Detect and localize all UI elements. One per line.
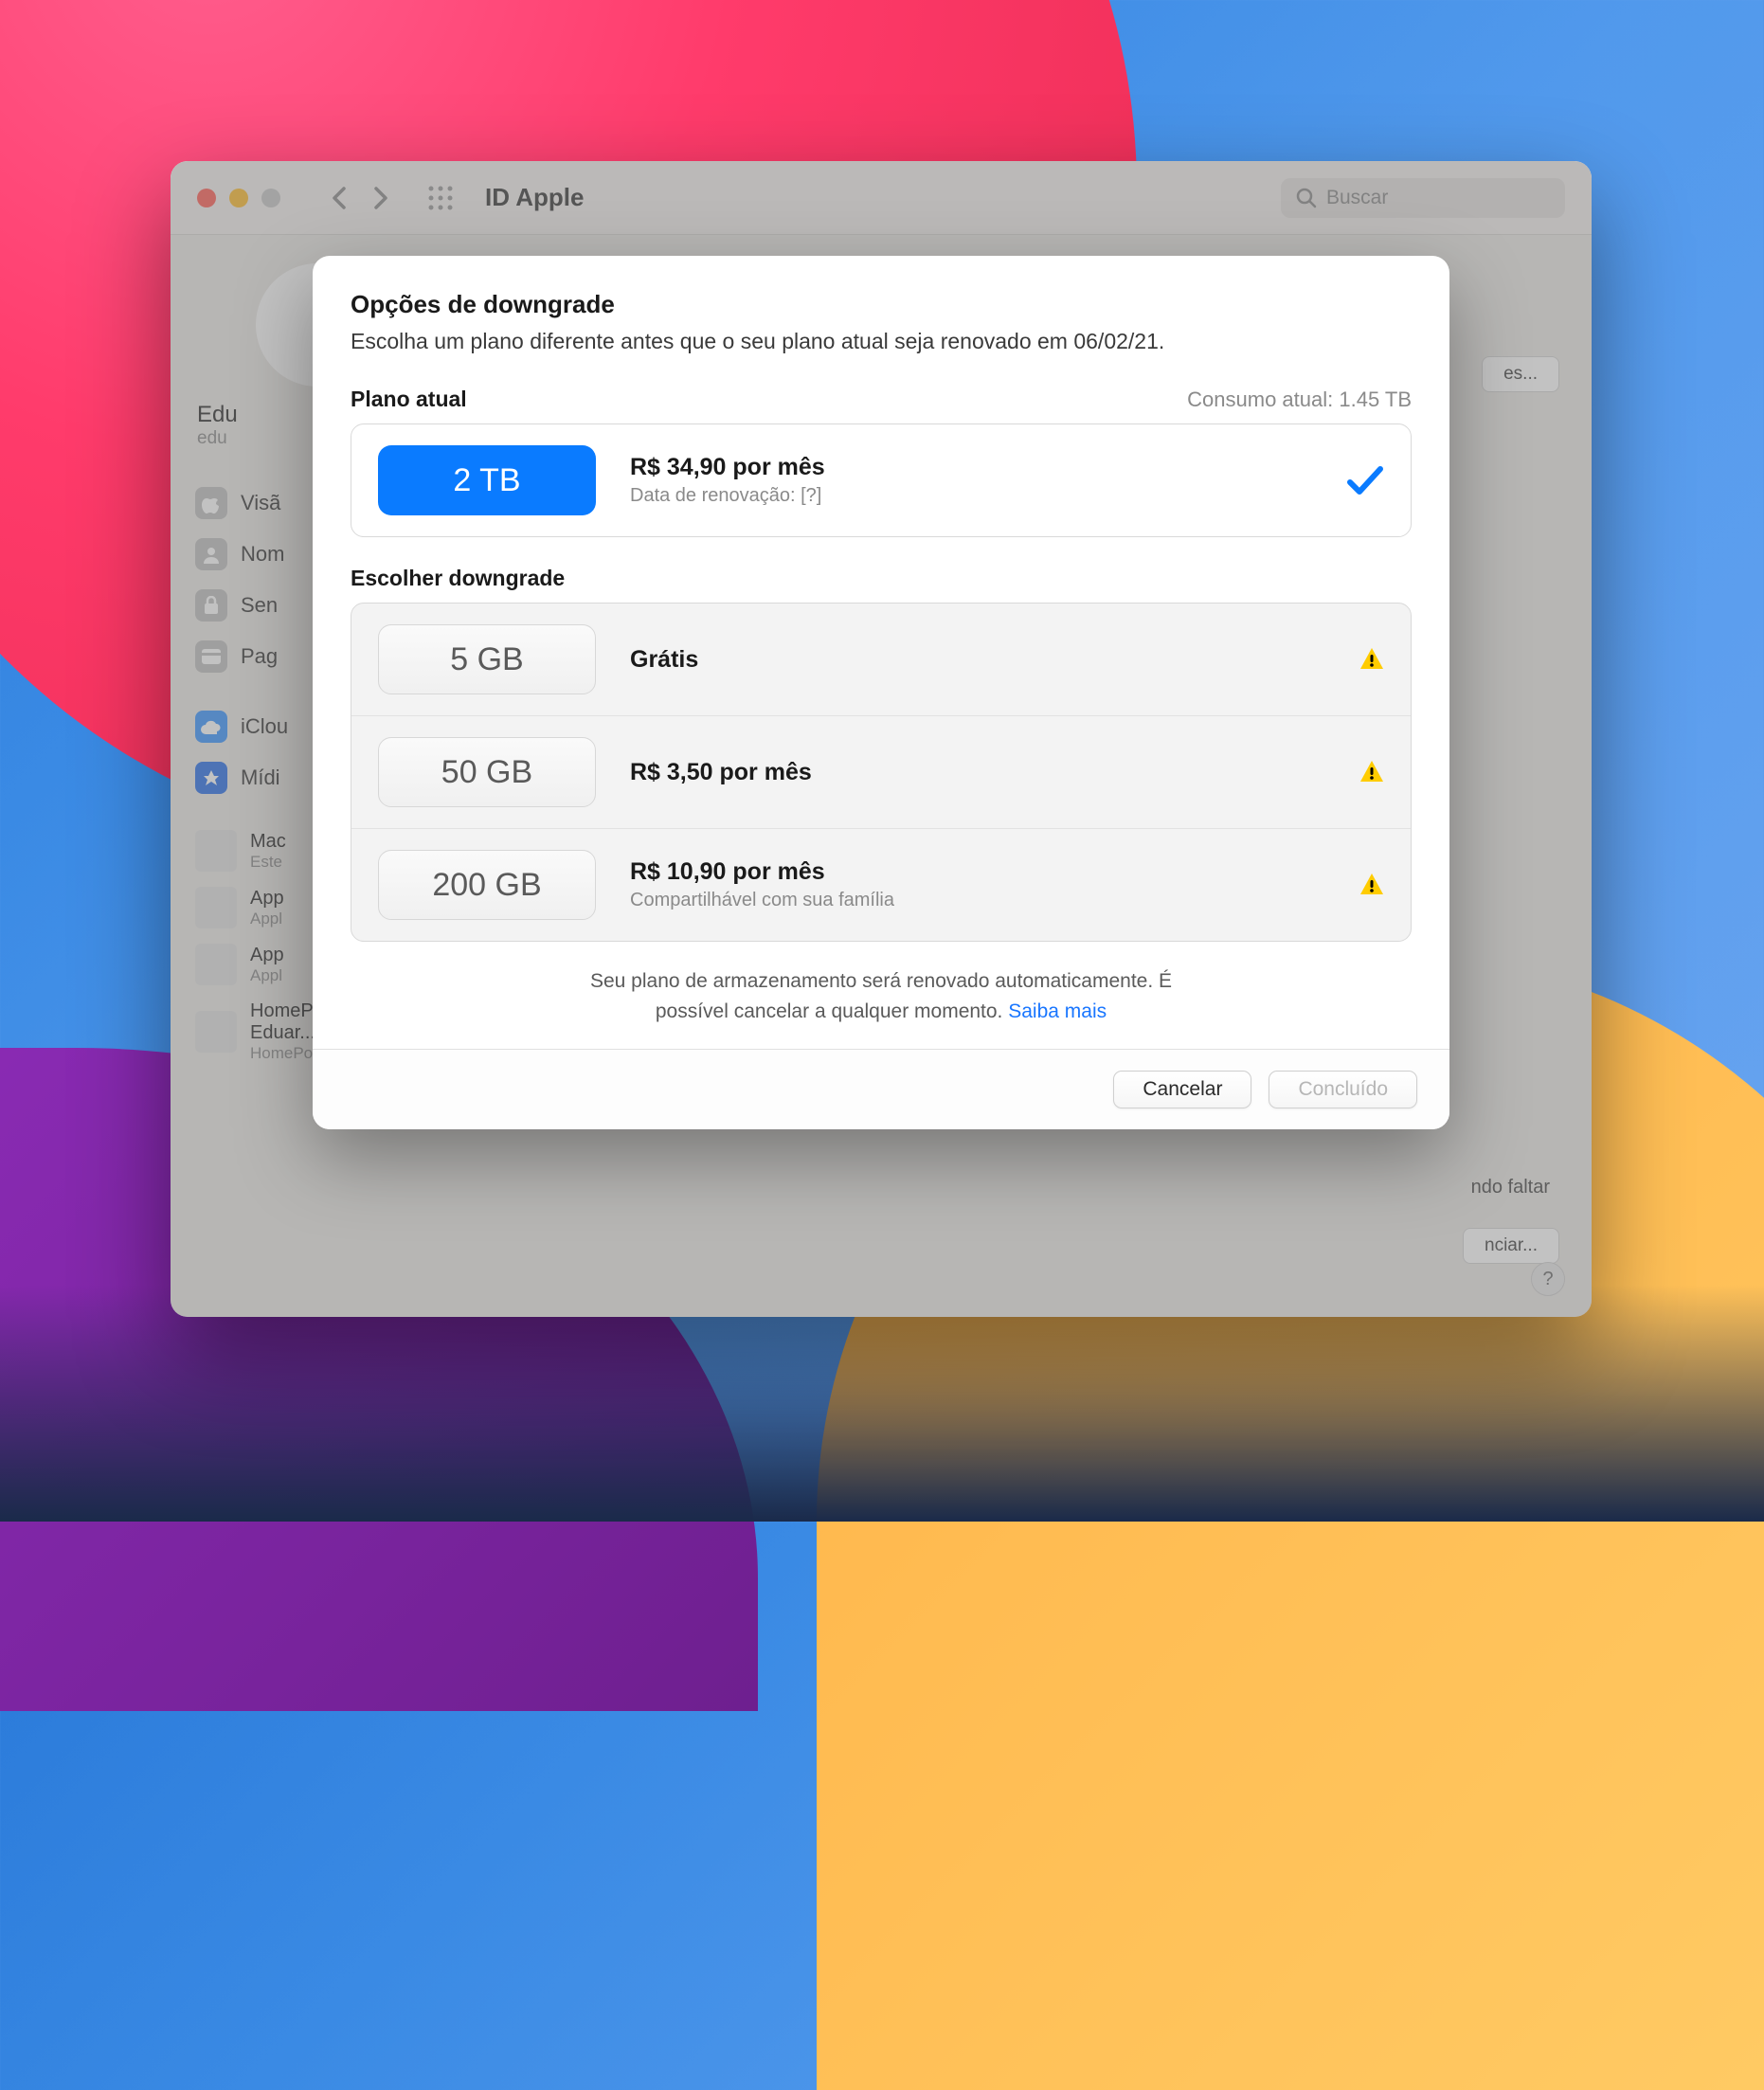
- downgrade-option-5gb[interactable]: 5 GB Grátis: [351, 604, 1411, 716]
- plan-detail: Compartilhável com sua família: [630, 890, 1325, 911]
- checkmark-icon: [1346, 463, 1384, 497]
- warning-icon: [1359, 760, 1384, 784]
- modal-footer: Cancelar Concluído: [313, 1049, 1449, 1129]
- plan-price: R$ 10,90 por mês: [630, 858, 1325, 886]
- current-plan-card: 2 TB R$ 34,90 por mês Data de renovação:…: [351, 423, 1412, 537]
- downgrade-option-50gb[interactable]: 50 GB R$ 3,50 por mês: [351, 716, 1411, 829]
- plan-size-badge: 50 GB: [378, 737, 596, 807]
- warning-icon: [1359, 647, 1384, 672]
- system-preferences-window: ID Apple Buscar Edu edu Visã N: [171, 161, 1592, 1317]
- plan-price: Grátis: [630, 646, 1325, 674]
- plan-size-badge: 5 GB: [378, 624, 596, 694]
- done-button[interactable]: Concluído: [1269, 1071, 1417, 1108]
- modal-subtitle: Escolha um plano diferente antes que o s…: [351, 329, 1412, 354]
- current-plan-label: Plano atual: [351, 387, 467, 412]
- modal-title: Opções de downgrade: [351, 290, 1412, 319]
- current-usage-label: Consumo atual: 1.45 TB: [1187, 387, 1412, 412]
- plan-detail: Data de renovação: [?]: [630, 485, 1312, 507]
- downgrade-option-200gb[interactable]: 200 GB R$ 10,90 por mês Compartilhável c…: [351, 829, 1411, 941]
- plan-price: R$ 34,90 por mês: [630, 454, 1312, 481]
- auto-renewal-text: Seu plano de armazenamento será renovado…: [351, 966, 1412, 1026]
- plan-size-badge: 2 TB: [378, 445, 596, 515]
- downgrade-modal: Opções de downgrade Escolha um plano dif…: [313, 256, 1449, 1129]
- plan-price: R$ 3,50 por mês: [630, 759, 1325, 786]
- warning-icon: [1359, 873, 1384, 897]
- cancel-button[interactable]: Cancelar: [1113, 1071, 1251, 1108]
- choose-downgrade-label: Escolher downgrade: [351, 566, 1412, 591]
- learn-more-link[interactable]: Saiba mais: [1008, 1000, 1107, 1022]
- plan-size-badge: 200 GB: [378, 850, 596, 920]
- downgrade-options-list: 5 GB Grátis 50 GB R$ 3,50 por mês: [351, 603, 1412, 942]
